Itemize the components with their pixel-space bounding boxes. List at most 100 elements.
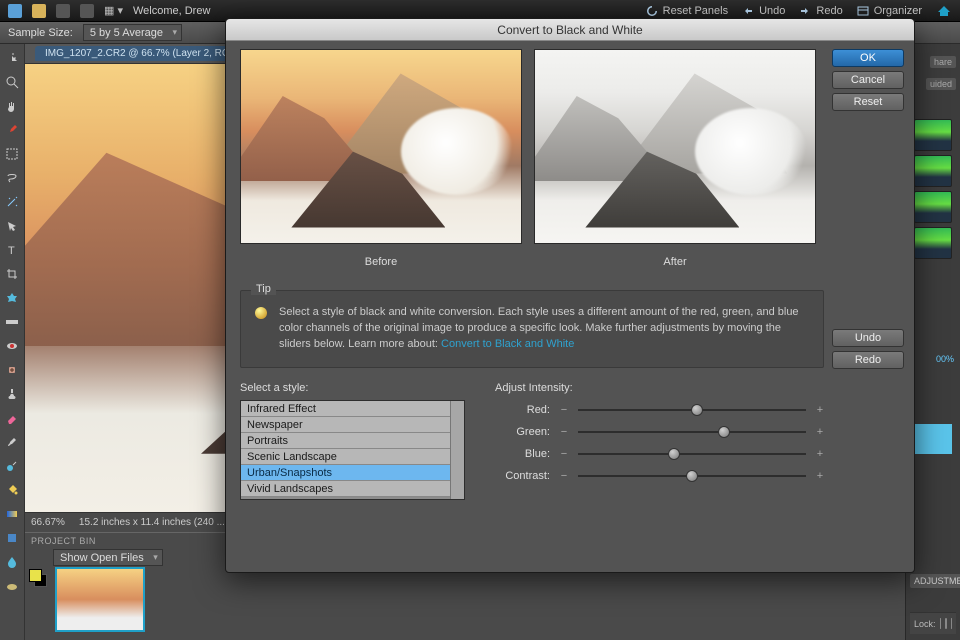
slider-label: Red:	[495, 404, 550, 416]
style-option[interactable]: Portraits	[241, 433, 464, 449]
plus-icon[interactable]: +	[816, 448, 824, 460]
cancel-button[interactable]: Cancel	[832, 71, 904, 89]
crop-tool-icon[interactable]	[2, 264, 22, 284]
scrollbar[interactable]	[450, 401, 464, 499]
tip-text: Select a style of black and white conver…	[279, 305, 809, 353]
bucket-tool-icon[interactable]	[2, 480, 22, 500]
slider-thumb[interactable]	[668, 448, 680, 460]
eraser-tool-icon[interactable]	[2, 408, 22, 428]
lasso-tool-icon[interactable]	[2, 168, 22, 188]
sample-size-dropdown[interactable]: 5 by 5 Average	[83, 24, 182, 41]
healing-tool-icon[interactable]	[2, 360, 22, 380]
style-option[interactable]: Newspaper	[241, 417, 464, 433]
intensity-label: Adjust Intensity:	[495, 382, 824, 394]
preview-after: After	[534, 49, 816, 268]
minus-icon[interactable]: −	[560, 404, 568, 416]
minus-icon[interactable]: −	[560, 448, 568, 460]
undo-button[interactable]: Undo	[742, 5, 785, 17]
effects-thumb[interactable]	[914, 227, 952, 259]
blur-tool-icon[interactable]	[2, 552, 22, 572]
style-option[interactable]: Scenic Landscape	[241, 449, 464, 465]
dialog-redo-button[interactable]: Redo	[832, 351, 904, 369]
color-swatch[interactable]	[29, 569, 47, 587]
dialog-title: Convert to Black and White	[226, 19, 914, 41]
folder-icon[interactable]	[32, 4, 46, 18]
panel-tab-guided[interactable]: uided	[926, 78, 956, 90]
sponge-tool-icon[interactable]	[2, 576, 22, 596]
marquee-tool-icon[interactable]	[2, 144, 22, 164]
organizer-button[interactable]: Organizer	[857, 5, 922, 17]
dialog-undo-button[interactable]: Undo	[832, 329, 904, 347]
smart-brush-tool-icon[interactable]	[2, 456, 22, 476]
style-listbox[interactable]: Infrared EffectNewspaperPortraitsScenic …	[240, 400, 465, 500]
adjustments-tab[interactable]: ADJUSTMENTS	[910, 574, 960, 588]
slider-track[interactable]	[578, 450, 806, 458]
panel-tab-share[interactable]: hare	[930, 56, 956, 68]
slider-label: Green:	[495, 426, 550, 438]
style-option[interactable]: Infrared Effect	[241, 401, 464, 417]
tip-link[interactable]: Convert to Black and White	[441, 338, 574, 350]
sample-size-label: Sample Size:	[8, 27, 73, 39]
move-tool-icon[interactable]	[2, 48, 22, 68]
shape-tool-icon[interactable]	[2, 528, 22, 548]
doc-dimensions: 15.2 inches x 11.4 inches (240 ...)	[79, 517, 228, 528]
effects-thumb[interactable]	[914, 155, 952, 187]
reset-button[interactable]: Reset	[832, 93, 904, 111]
preview-after-label: After	[534, 244, 816, 268]
wand-tool-icon[interactable]	[2, 192, 22, 212]
hand-tool-icon[interactable]	[2, 96, 22, 116]
clone-tool-icon[interactable]	[2, 384, 22, 404]
trash-icon[interactable]	[951, 618, 953, 629]
eyedropper-tool-icon[interactable]	[2, 120, 22, 140]
app-icon	[8, 4, 22, 18]
ok-button[interactable]: OK	[832, 49, 904, 67]
slider-thumb[interactable]	[718, 426, 730, 438]
zoom-tool-icon[interactable]	[2, 72, 22, 92]
cookie-cutter-tool-icon[interactable]	[2, 288, 22, 308]
plus-icon[interactable]: +	[816, 426, 824, 438]
selection-tool-icon[interactable]	[2, 216, 22, 236]
print-icon[interactable]	[80, 4, 94, 18]
effects-thumb[interactable]	[914, 119, 952, 151]
redeye-tool-icon[interactable]	[2, 336, 22, 356]
slider-track[interactable]	[578, 428, 806, 436]
zoom-percent: 00%	[936, 354, 954, 364]
brush-tool-icon[interactable]	[2, 432, 22, 452]
lock-all-icon[interactable]	[945, 618, 947, 629]
zoom-level[interactable]: 66.67%	[31, 517, 65, 528]
minus-icon[interactable]: −	[560, 470, 568, 482]
style-option[interactable]: Urban/Snapshots	[241, 465, 464, 481]
svg-text:T: T	[8, 245, 15, 257]
effects-thumb[interactable]	[914, 191, 952, 223]
minus-icon[interactable]: −	[560, 426, 568, 438]
lock-pixels-icon[interactable]	[940, 618, 942, 629]
tip-box: Tip Select a style of black and white co…	[240, 290, 824, 368]
slider-green: Green:− +	[495, 426, 824, 438]
slider-blue: Blue:− +	[495, 448, 824, 460]
slider-track[interactable]	[578, 406, 806, 414]
plus-icon[interactable]: +	[816, 470, 824, 482]
project-bin-thumb[interactable]	[55, 567, 145, 632]
type-tool-icon[interactable]: T	[2, 240, 22, 260]
slider-contrast: Contrast:−+	[495, 470, 824, 482]
project-bin-filter[interactable]: Show Open Files	[53, 549, 163, 566]
layers-footer: Lock:	[910, 612, 956, 634]
plus-icon[interactable]: +	[816, 404, 824, 416]
slider-thumb[interactable]	[686, 470, 698, 482]
save-icon[interactable]	[56, 4, 70, 18]
convert-bw-dialog: Convert to Black and White OK Cancel Res…	[225, 18, 915, 573]
straighten-tool-icon[interactable]	[2, 312, 22, 332]
slider-label: Blue:	[495, 448, 550, 460]
toolbox: T	[0, 44, 25, 640]
redo-button[interactable]: Redo	[799, 5, 842, 17]
slider-thumb[interactable]	[691, 404, 703, 416]
layer-thumb-active[interactable]	[914, 424, 952, 454]
layout-switch[interactable]: ▦ ▾	[104, 4, 123, 17]
slider-track[interactable]	[578, 472, 806, 480]
gradient-tool-icon[interactable]	[2, 504, 22, 524]
welcome-text: Welcome, Drew	[133, 5, 210, 17]
home-icon[interactable]	[936, 4, 952, 18]
slider-red: Red:− +	[495, 404, 824, 416]
style-option[interactable]: Vivid Landscapes	[241, 481, 464, 497]
reset-panels-button[interactable]: Reset Panels	[646, 5, 728, 17]
